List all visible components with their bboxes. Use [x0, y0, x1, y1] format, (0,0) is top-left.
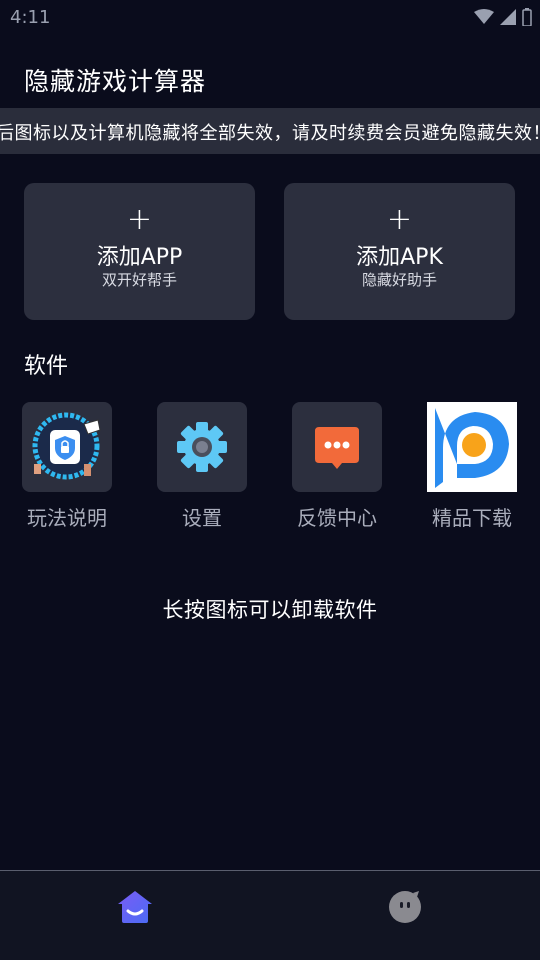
status-icons: [474, 8, 532, 26]
app-settings[interactable]: 设置: [147, 402, 257, 531]
nav-home-button[interactable]: [115, 887, 155, 927]
app-guide[interactable]: 玩法说明: [12, 402, 122, 531]
battery-icon: [522, 8, 532, 26]
signal-icon: [500, 9, 516, 25]
wifi-icon: [474, 9, 494, 24]
add-apk-title: 添加APK: [356, 245, 443, 270]
add-apk-button[interactable]: + 添加APK 隐藏好助手: [284, 183, 515, 320]
app-settings-label: 设置: [182, 506, 222, 530]
notice-text: 后图标以及计算机隐藏将全部失效，请及时续费会员避免隐藏失效！: [0, 123, 540, 144]
uninstall-hint: 长按图标可以卸载软件: [162, 598, 378, 622]
status-time: 4:11: [10, 7, 51, 28]
status-bar: 4:11: [0, 0, 540, 36]
add-app-title: 添加APP: [96, 245, 183, 270]
app-feedback-label: 反馈中心: [297, 506, 377, 530]
add-app-subtitle: 双开好帮手: [101, 271, 177, 289]
face-icon: [389, 891, 421, 923]
notice-banner: 后图标以及计算机隐藏将全部失效，请及时续费会员避免隐藏失效！: [0, 108, 540, 154]
app-guide-label: 玩法说明: [27, 506, 107, 530]
nav-me-button[interactable]: [385, 887, 425, 927]
add-app-button[interactable]: + 添加APP 双开好帮手: [24, 183, 255, 320]
store-icon: [427, 402, 517, 492]
software-section-title: 软件: [24, 354, 69, 379]
add-apk-subtitle: 隐藏好助手: [361, 271, 437, 289]
bottom-nav: [0, 870, 540, 960]
home-icon: [118, 891, 152, 923]
app-feedback[interactable]: 反馈中心: [282, 402, 392, 531]
guide-icon: [22, 402, 112, 492]
app-store[interactable]: 精品下载: [417, 402, 527, 531]
page-title: 隐藏游戏计算器: [24, 67, 207, 96]
plus-icon: +: [386, 202, 413, 237]
app-store-label: 精品下载: [432, 506, 512, 530]
chat-icon: [292, 402, 382, 492]
plus-icon: +: [126, 202, 153, 237]
gear-icon: [157, 402, 247, 492]
